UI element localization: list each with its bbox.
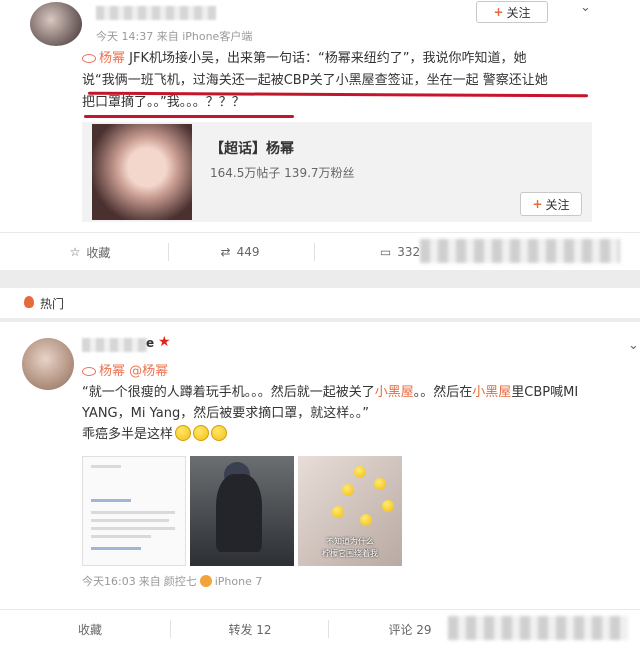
avatar[interactable]	[30, 2, 82, 46]
follow-label: 关注	[506, 5, 531, 20]
avatar[interactable]	[22, 338, 74, 390]
username-blurred[interactable]	[82, 338, 148, 352]
image-caption: 柠檬它围绕着我	[322, 549, 378, 558]
post-text-line-emoji: 乖癌多半是这样	[82, 424, 612, 445]
topic-mention-link[interactable]: 杨幂	[82, 51, 125, 66]
post-text-paragraph: “就一个很瘦的人蹲着玩手机。。。然后就一起被关了小黑屋。。然后在小黑屋里CBP喊…	[82, 385, 579, 421]
hot-label: 热门	[40, 297, 65, 311]
super-topic-icon	[82, 54, 96, 63]
action-bar: 收藏 转发 12 评论 29	[0, 609, 640, 645]
repost-icon: ⇄	[220, 245, 231, 259]
divider	[328, 620, 329, 638]
image-caption: 不知道为什么	[326, 537, 374, 546]
super-topic-icon	[82, 367, 96, 376]
topic-follow-button[interactable]: + 关注	[520, 192, 582, 216]
chevron-down-icon[interactable]: ⌄	[628, 338, 639, 353]
username-tail[interactable]: e	[146, 336, 154, 350]
annotation-underline	[84, 115, 294, 118]
watermark-blurred	[448, 616, 628, 640]
flame-icon	[24, 296, 34, 308]
follow-label: 关注	[545, 197, 570, 212]
post-time[interactable]: 今天16:03	[82, 573, 136, 589]
topic-title: 【超话】杨幂	[210, 141, 294, 157]
plus-icon: +	[493, 5, 504, 19]
favorite-button[interactable]: 收藏	[40, 610, 140, 648]
emoji-icon	[175, 425, 192, 441]
post-meta: 今天16:03 来自 颜控七 iPhone 7	[82, 573, 263, 589]
post-image-2[interactable]	[190, 456, 294, 566]
watermark-blurred	[420, 239, 620, 263]
follow-button[interactable]: + 关注	[476, 1, 548, 23]
favorite-button[interactable]: ☆ 收藏	[40, 233, 140, 271]
post-time[interactable]: 今天 14:37	[96, 30, 153, 43]
hot-section-header: 热门	[0, 288, 640, 318]
topic-image	[92, 124, 192, 220]
post-image-3[interactable]: 不知道为什么 柠檬它围绕着我	[298, 456, 402, 566]
repost-button[interactable]: 转发 12	[200, 610, 300, 648]
topic-stats: 164.5万帖子 139.7万粉丝	[210, 166, 355, 180]
post-card-1: 今天 14:37 来自 iPhone客户端 + 关注 ⌄ 杨幂 JFK机场接小吴…	[0, 0, 640, 270]
super-topic-card[interactable]: 【超话】杨幂 164.5万帖子 139.7万粉丝 + 关注	[82, 122, 592, 222]
repost-button[interactable]: ⇄ 449	[190, 233, 290, 271]
username-blurred[interactable]	[96, 6, 216, 20]
post-image-1[interactable]	[82, 456, 186, 566]
post-text-line-1: 杨幂 JFK机场接小吴，出来第一句话：“杨幂来纽约了”，我说你咋知道，她	[82, 48, 592, 70]
emoji-icon	[211, 425, 228, 441]
post-text-line-2: 说“我俩一班飞机，过海关还一起被CBP关了小黑屋查签证，坐在一起 警察还让她	[82, 73, 548, 88]
topic-mention-link[interactable]: 杨幂	[82, 364, 125, 379]
emoji-icon	[193, 425, 210, 441]
user-mention-link[interactable]: @杨幂	[129, 364, 168, 379]
divider	[314, 243, 315, 261]
highlight-keyword[interactable]: 小黑屋	[375, 385, 414, 400]
post-meta: 今天 14:37 来自 iPhone客户端	[96, 28, 252, 44]
chevron-down-icon[interactable]: ⌄	[580, 0, 591, 15]
post-text: “就一个很瘦的人蹲着玩手机。。。然后就一起被关了小黑屋。。然后在小黑屋里CBP喊…	[82, 382, 612, 445]
post-text: 杨幂 JFK机场接小吴，出来第一句话：“杨幂来纽约了”，我说你咋知道，她 说“我…	[82, 48, 592, 114]
star-icon: ☆	[69, 245, 81, 259]
post-card-2: e ★ ⌄ 杨幂 @杨幂 “就一个很瘦的人蹲着玩手机。。。然后就一起被关了小黑屋…	[0, 322, 640, 657]
divider	[170, 620, 171, 638]
person-body	[216, 474, 262, 552]
vip-star-icon: ★	[158, 334, 171, 350]
post-source: 来自 iPhone客户端	[156, 30, 253, 43]
action-bar: ☆ 收藏 ⇄ 449 ▭ 332	[0, 232, 640, 270]
device-badge-icon	[199, 575, 212, 587]
divider	[168, 243, 169, 261]
highlight-keyword[interactable]: 小黑屋	[472, 385, 511, 400]
mention-row: 杨幂 @杨幂	[82, 360, 168, 379]
comment-icon: ▭	[379, 245, 392, 259]
comment-button[interactable]: 评论 29	[360, 610, 460, 648]
plus-icon: +	[532, 197, 543, 211]
